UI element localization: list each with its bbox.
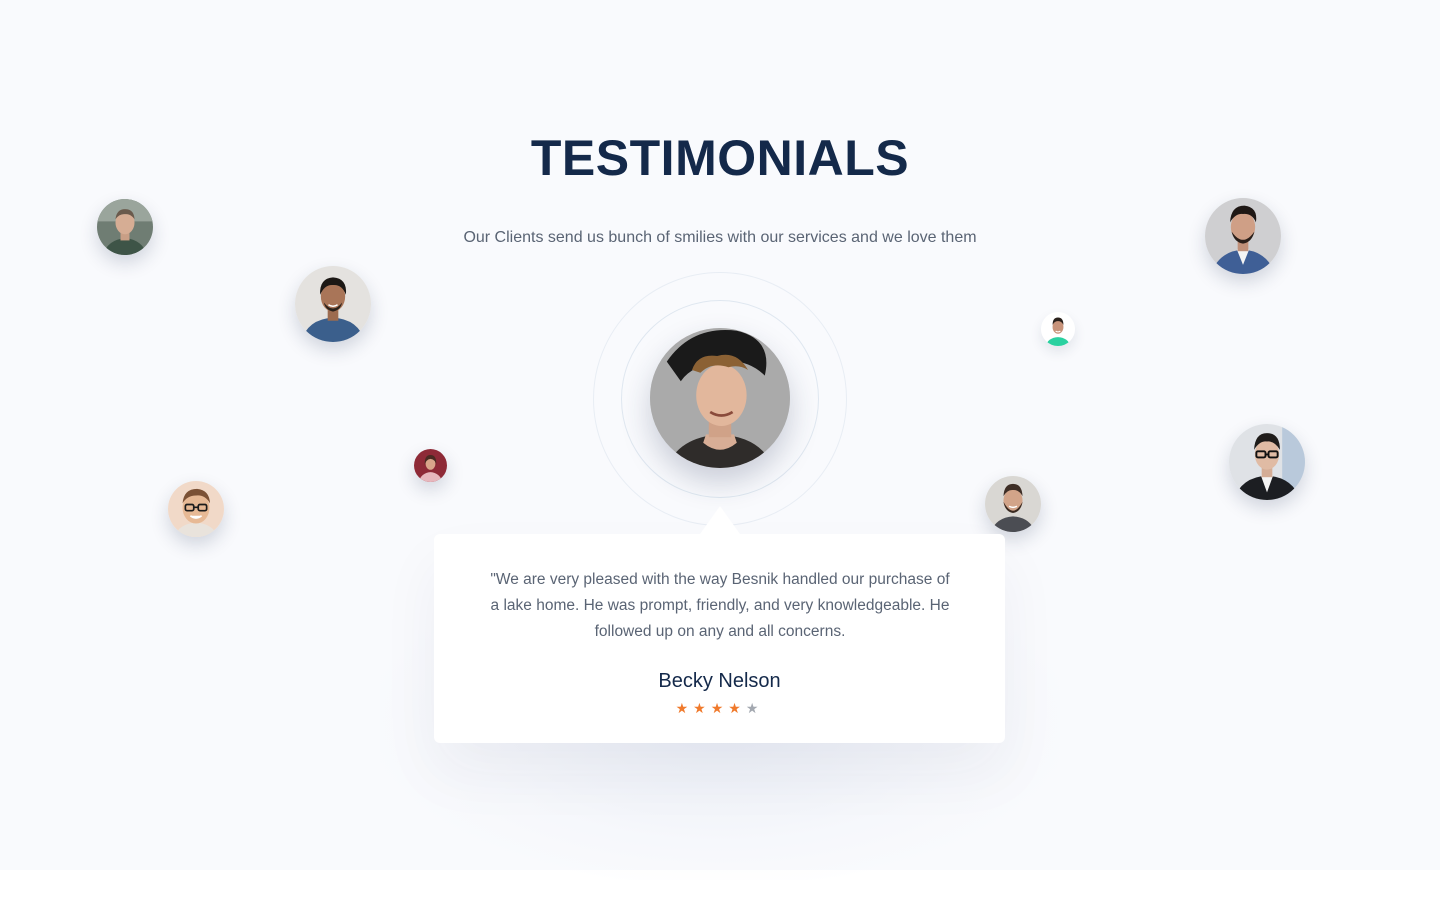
client-avatar-4[interactable] [168, 481, 224, 537]
person-photo-icon [650, 328, 790, 468]
star-filled-icon: ★ [728, 701, 746, 717]
card-pointer [700, 506, 740, 534]
star-filled-icon: ★ [710, 701, 729, 717]
person-photo-icon [1041, 312, 1075, 346]
client-avatar-1[interactable] [97, 199, 153, 255]
client-avatar-featured[interactable] [650, 328, 790, 468]
testimonials-section: TESTIMONIALS Our Clients send us bunch o… [0, 0, 1440, 880]
client-avatar-8[interactable] [985, 476, 1041, 532]
testimonial-author: Becky Nelson [658, 670, 781, 692]
person-photo-icon [97, 199, 153, 255]
testimonial-quote: "We are very pleased with the way Besnik… [490, 571, 950, 640]
star-filled-icon: ★ [675, 701, 694, 717]
client-avatar-9[interactable] [1229, 424, 1305, 500]
person-photo-icon [985, 476, 1041, 532]
rating-stars: ★★★★★ [434, 700, 1005, 718]
person-photo-icon [1229, 424, 1305, 500]
star-filled-icon: ★ [693, 701, 711, 717]
person-photo-icon [168, 481, 224, 537]
client-avatar-3[interactable] [414, 449, 447, 482]
client-avatar-6[interactable] [1205, 198, 1281, 274]
section-title: TESTIMONIALS [530, 130, 910, 186]
person-photo-icon [1205, 198, 1281, 274]
person-photo-icon [295, 266, 371, 342]
person-photo-icon [414, 449, 447, 482]
star-empty-icon: ★ [745, 701, 764, 717]
client-avatar-2[interactable] [295, 266, 371, 342]
client-avatar-7[interactable] [1041, 312, 1075, 346]
